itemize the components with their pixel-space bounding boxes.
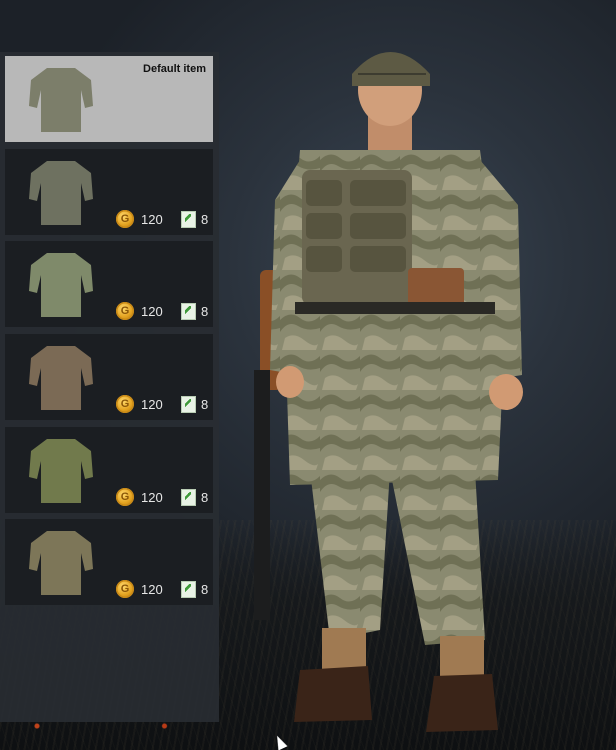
gold-price: G 120 — [116, 579, 163, 599]
smock-shape — [29, 68, 93, 132]
gold-coin-icon: G — [116, 302, 134, 320]
gold-price: G 120 — [116, 487, 163, 507]
gold-coin-icon: G — [116, 210, 134, 228]
ticket-cost-value: 8 — [201, 303, 209, 319]
smock-thumbnail — [23, 62, 99, 136]
item-card[interactable]: G 120 8 — [5, 149, 213, 235]
gold-price-value: 120 — [141, 581, 163, 597]
smock-icon — [29, 531, 93, 595]
gold-price-value: 120 — [141, 396, 163, 412]
ticket-cost-value: 8 — [201, 211, 209, 227]
ticket-cost-value: 8 — [201, 581, 209, 597]
ticket-cost: 8 — [181, 580, 208, 598]
smock-thumbnail — [23, 340, 99, 414]
green-ticket-icon — [181, 210, 196, 228]
ticket-cost-value: 8 — [201, 489, 209, 505]
smock-icon — [29, 161, 93, 225]
item-card[interactable]: G 120 8 — [5, 334, 213, 420]
item-card[interactable]: G 120 8 — [5, 427, 213, 513]
gold-coin-icon: G — [116, 580, 134, 598]
ticket-cost-value: 8 — [201, 396, 209, 412]
smock-icon — [29, 439, 93, 503]
gold-price: G 120 — [116, 394, 163, 414]
embers — [20, 722, 190, 730]
default-item-card[interactable]: Default item — [5, 56, 213, 142]
default-item-label: Default item — [143, 63, 206, 75]
green-ticket-icon — [181, 580, 196, 598]
item-card[interactable]: G 120 8 — [5, 241, 213, 327]
ticket-cost: 8 — [181, 488, 208, 506]
ticket-cost: 8 — [181, 395, 208, 413]
ticket-cost: 8 — [181, 302, 208, 320]
smock-icon — [29, 346, 93, 410]
gold-price-value: 120 — [141, 489, 163, 505]
soldier-character-preview[interactable] — [240, 30, 540, 750]
smock-thumbnail — [23, 155, 99, 229]
gold-price-value: 120 — [141, 211, 163, 227]
ticket-cost: 8 — [181, 210, 208, 228]
item-selection-panel: Default item G 120 8 G 120 8 G 120 8 G 1… — [0, 52, 219, 722]
gold-price-value: 120 — [141, 303, 163, 319]
smock-thumbnail — [23, 525, 99, 599]
smock-icon — [29, 68, 93, 132]
smock-thumbnail — [23, 433, 99, 507]
green-ticket-icon — [181, 302, 196, 320]
smock-icon — [29, 253, 93, 317]
smock-thumbnail — [23, 247, 99, 321]
green-ticket-icon — [181, 488, 196, 506]
gold-price: G 120 — [116, 301, 163, 321]
gold-price: G 120 — [116, 209, 163, 229]
item-card[interactable]: G 120 8 — [5, 519, 213, 605]
gold-coin-icon: G — [116, 395, 134, 413]
gold-coin-icon: G — [116, 488, 134, 506]
green-ticket-icon — [181, 395, 196, 413]
